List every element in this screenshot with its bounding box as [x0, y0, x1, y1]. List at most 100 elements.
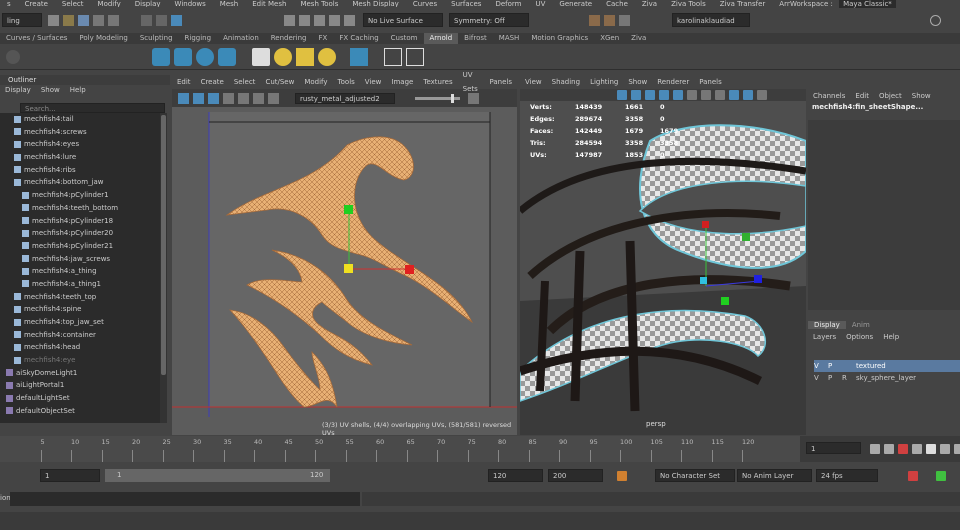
shelf-tab-4[interactable]: Animation [217, 33, 265, 44]
open-scene-icon[interactable] [63, 14, 74, 26]
list-item[interactable]: defaultLightSet [0, 392, 160, 405]
menu-item-13[interactable]: UV [536, 0, 546, 7]
menu-item-3[interactable]: Modify [98, 0, 121, 7]
render-settings-shelf-icon[interactable] [384, 47, 402, 66]
shelf-tab-12[interactable]: Motion Graphics [525, 33, 594, 44]
manip-y-handle[interactable] [344, 205, 353, 214]
list-item[interactable]: mechfish4:pCylinder1 [0, 189, 160, 202]
list-item[interactable]: defaultObjectSet [0, 405, 160, 418]
list-item[interactable]: mechfish4:lure [0, 151, 160, 164]
shadows-icon[interactable] [673, 90, 683, 100]
layer-reference[interactable]: R [842, 372, 856, 384]
snap-point-icon[interactable] [314, 14, 325, 26]
uv-menu-item-6[interactable]: View [365, 75, 382, 89]
uv-distortion-icon[interactable] [223, 92, 234, 104]
uv-canvas[interactable] [172, 107, 517, 435]
layer-tab-0[interactable]: Display [808, 321, 846, 329]
dof-icon[interactable] [715, 90, 725, 100]
go-start-icon[interactable] [870, 444, 880, 454]
list-item[interactable]: mechfish4:top_jaw_set [0, 316, 160, 329]
list-item[interactable]: mechfish4:a_thing1 [0, 278, 160, 291]
render-view-icon[interactable] [252, 47, 270, 66]
shelf-tab-3[interactable]: Rigging [179, 33, 218, 44]
layer-menu-item-2[interactable]: Help [883, 333, 899, 341]
play-forward-icon[interactable] [926, 444, 936, 454]
list-item[interactable]: mechfish4:eye [0, 354, 160, 367]
shelf-tab-1[interactable]: Poly Modeling [73, 33, 133, 44]
list-item[interactable]: mechfish4:teeth_top [0, 291, 160, 304]
layer-playback[interactable]: P [828, 360, 842, 372]
channel-box-object[interactable]: mechfish4:fin_sheetShape... [808, 103, 960, 111]
gear-icon[interactable] [6, 49, 20, 64]
layer-menu-item-1[interactable]: Options [846, 333, 873, 341]
render-icon[interactable] [589, 14, 600, 26]
menu-item-12[interactable]: Deform [495, 0, 521, 7]
menu-item-2[interactable]: Select [62, 0, 84, 7]
live-surface-field[interactable]: No Live Surface [363, 13, 443, 27]
ipr-icon[interactable] [604, 14, 615, 26]
uv-shaded-icon[interactable] [193, 92, 204, 104]
list-item[interactable]: aiSkyDomeLight1 [0, 367, 160, 380]
workspace-value[interactable]: Maya Classic* [839, 0, 896, 8]
uv-menu-item-1[interactable]: Create [201, 75, 224, 89]
menu-item-8[interactable]: Mesh Tools [300, 0, 338, 7]
vp-manip-z-handle[interactable] [754, 275, 762, 283]
manip-x-handle[interactable] [405, 265, 414, 274]
channel-menu-item-2[interactable]: Object [879, 89, 902, 103]
arnold-shader-icon[interactable] [152, 47, 170, 66]
step-forward-icon[interactable] [940, 444, 950, 454]
menu-item-4[interactable]: Display [135, 0, 161, 7]
layer-tab-1[interactable]: Anim [846, 321, 876, 329]
uv-menu-item-8[interactable]: Textures [423, 75, 452, 89]
ao-icon[interactable] [687, 90, 697, 100]
fps-dropdown[interactable]: 24 fps [816, 469, 878, 482]
layer-playback[interactable]: P [828, 372, 842, 384]
snap-grid-icon[interactable] [284, 14, 295, 26]
user-account-dropdown[interactable]: karolinaklaudiad [672, 13, 750, 27]
viewport-menu-item-1[interactable]: Shading [552, 75, 580, 89]
menu-item-17[interactable]: Ziva Tools [671, 0, 706, 7]
physical-sky-icon[interactable] [318, 47, 336, 66]
skydome-icon[interactable] [196, 47, 214, 66]
time-slider[interactable]: 5 10 15 20 25 30 35 40 45 50 55 60 65 70 75 80 85 90 95 100… [0, 436, 960, 462]
uv-grid-icon[interactable] [178, 92, 189, 104]
end-frame-field[interactable]: 120 [488, 469, 543, 482]
outliner-scrollbar[interactable] [160, 113, 167, 423]
wireframe-icon[interactable] [617, 90, 627, 100]
list-item[interactable]: mechfish4:head [0, 341, 160, 354]
undo-icon[interactable] [93, 14, 104, 26]
rib-6[interactable] [625, 240, 640, 412]
gamma-icon[interactable] [468, 92, 479, 104]
vp-manip-x-handle[interactable] [702, 221, 709, 228]
shelf-tab-5[interactable]: Rendering [265, 33, 313, 44]
list-item[interactable]: aiLightPortal1 [0, 379, 160, 392]
character-set-dropdown[interactable]: No Character Set [655, 469, 735, 482]
list-item[interactable]: mechfish4:spine [0, 303, 160, 316]
auto-key-icon[interactable] [617, 471, 627, 481]
list-item[interactable]: mechfish4:pCylinder18 [0, 215, 160, 228]
shelf-tab-9[interactable]: Arnold [423, 33, 459, 44]
layer-visibility[interactable]: V [814, 372, 828, 384]
channel-menu-item-0[interactable]: Channels [813, 89, 845, 103]
menu-item-11[interactable]: Surfaces [451, 0, 481, 7]
rib-7[interactable] [536, 280, 549, 392]
textured-icon[interactable] [645, 90, 655, 100]
menu-set-dropdown[interactable]: ling [2, 13, 42, 27]
list-item[interactable]: mechfish4:jaw_screws [0, 253, 160, 266]
snap-surface-icon[interactable] [344, 14, 355, 26]
play-back-icon[interactable] [912, 444, 922, 454]
uv-image-icon[interactable] [253, 92, 264, 104]
range-slider[interactable]: 1 120 [105, 469, 330, 482]
shelf-tab-11[interactable]: MASH [493, 33, 526, 44]
channel-menu-item-3[interactable]: Show [912, 89, 931, 103]
smooth-shade-icon[interactable] [631, 90, 641, 100]
uv-menu-item-5[interactable]: Tools [338, 75, 355, 89]
workspace-selector[interactable]: Workspace : Maya Classic* [790, 0, 960, 8]
play-icon[interactable] [406, 47, 424, 66]
viewport-menu-item-3[interactable]: Show [628, 75, 647, 89]
outliner-menu-item-2[interactable]: Help [70, 85, 86, 96]
go-end-icon[interactable] [954, 444, 960, 454]
list-item[interactable]: mechfish4:tail [0, 113, 160, 126]
select-object-icon[interactable] [156, 14, 167, 26]
uv-menu-item-7[interactable]: Image [391, 75, 413, 89]
